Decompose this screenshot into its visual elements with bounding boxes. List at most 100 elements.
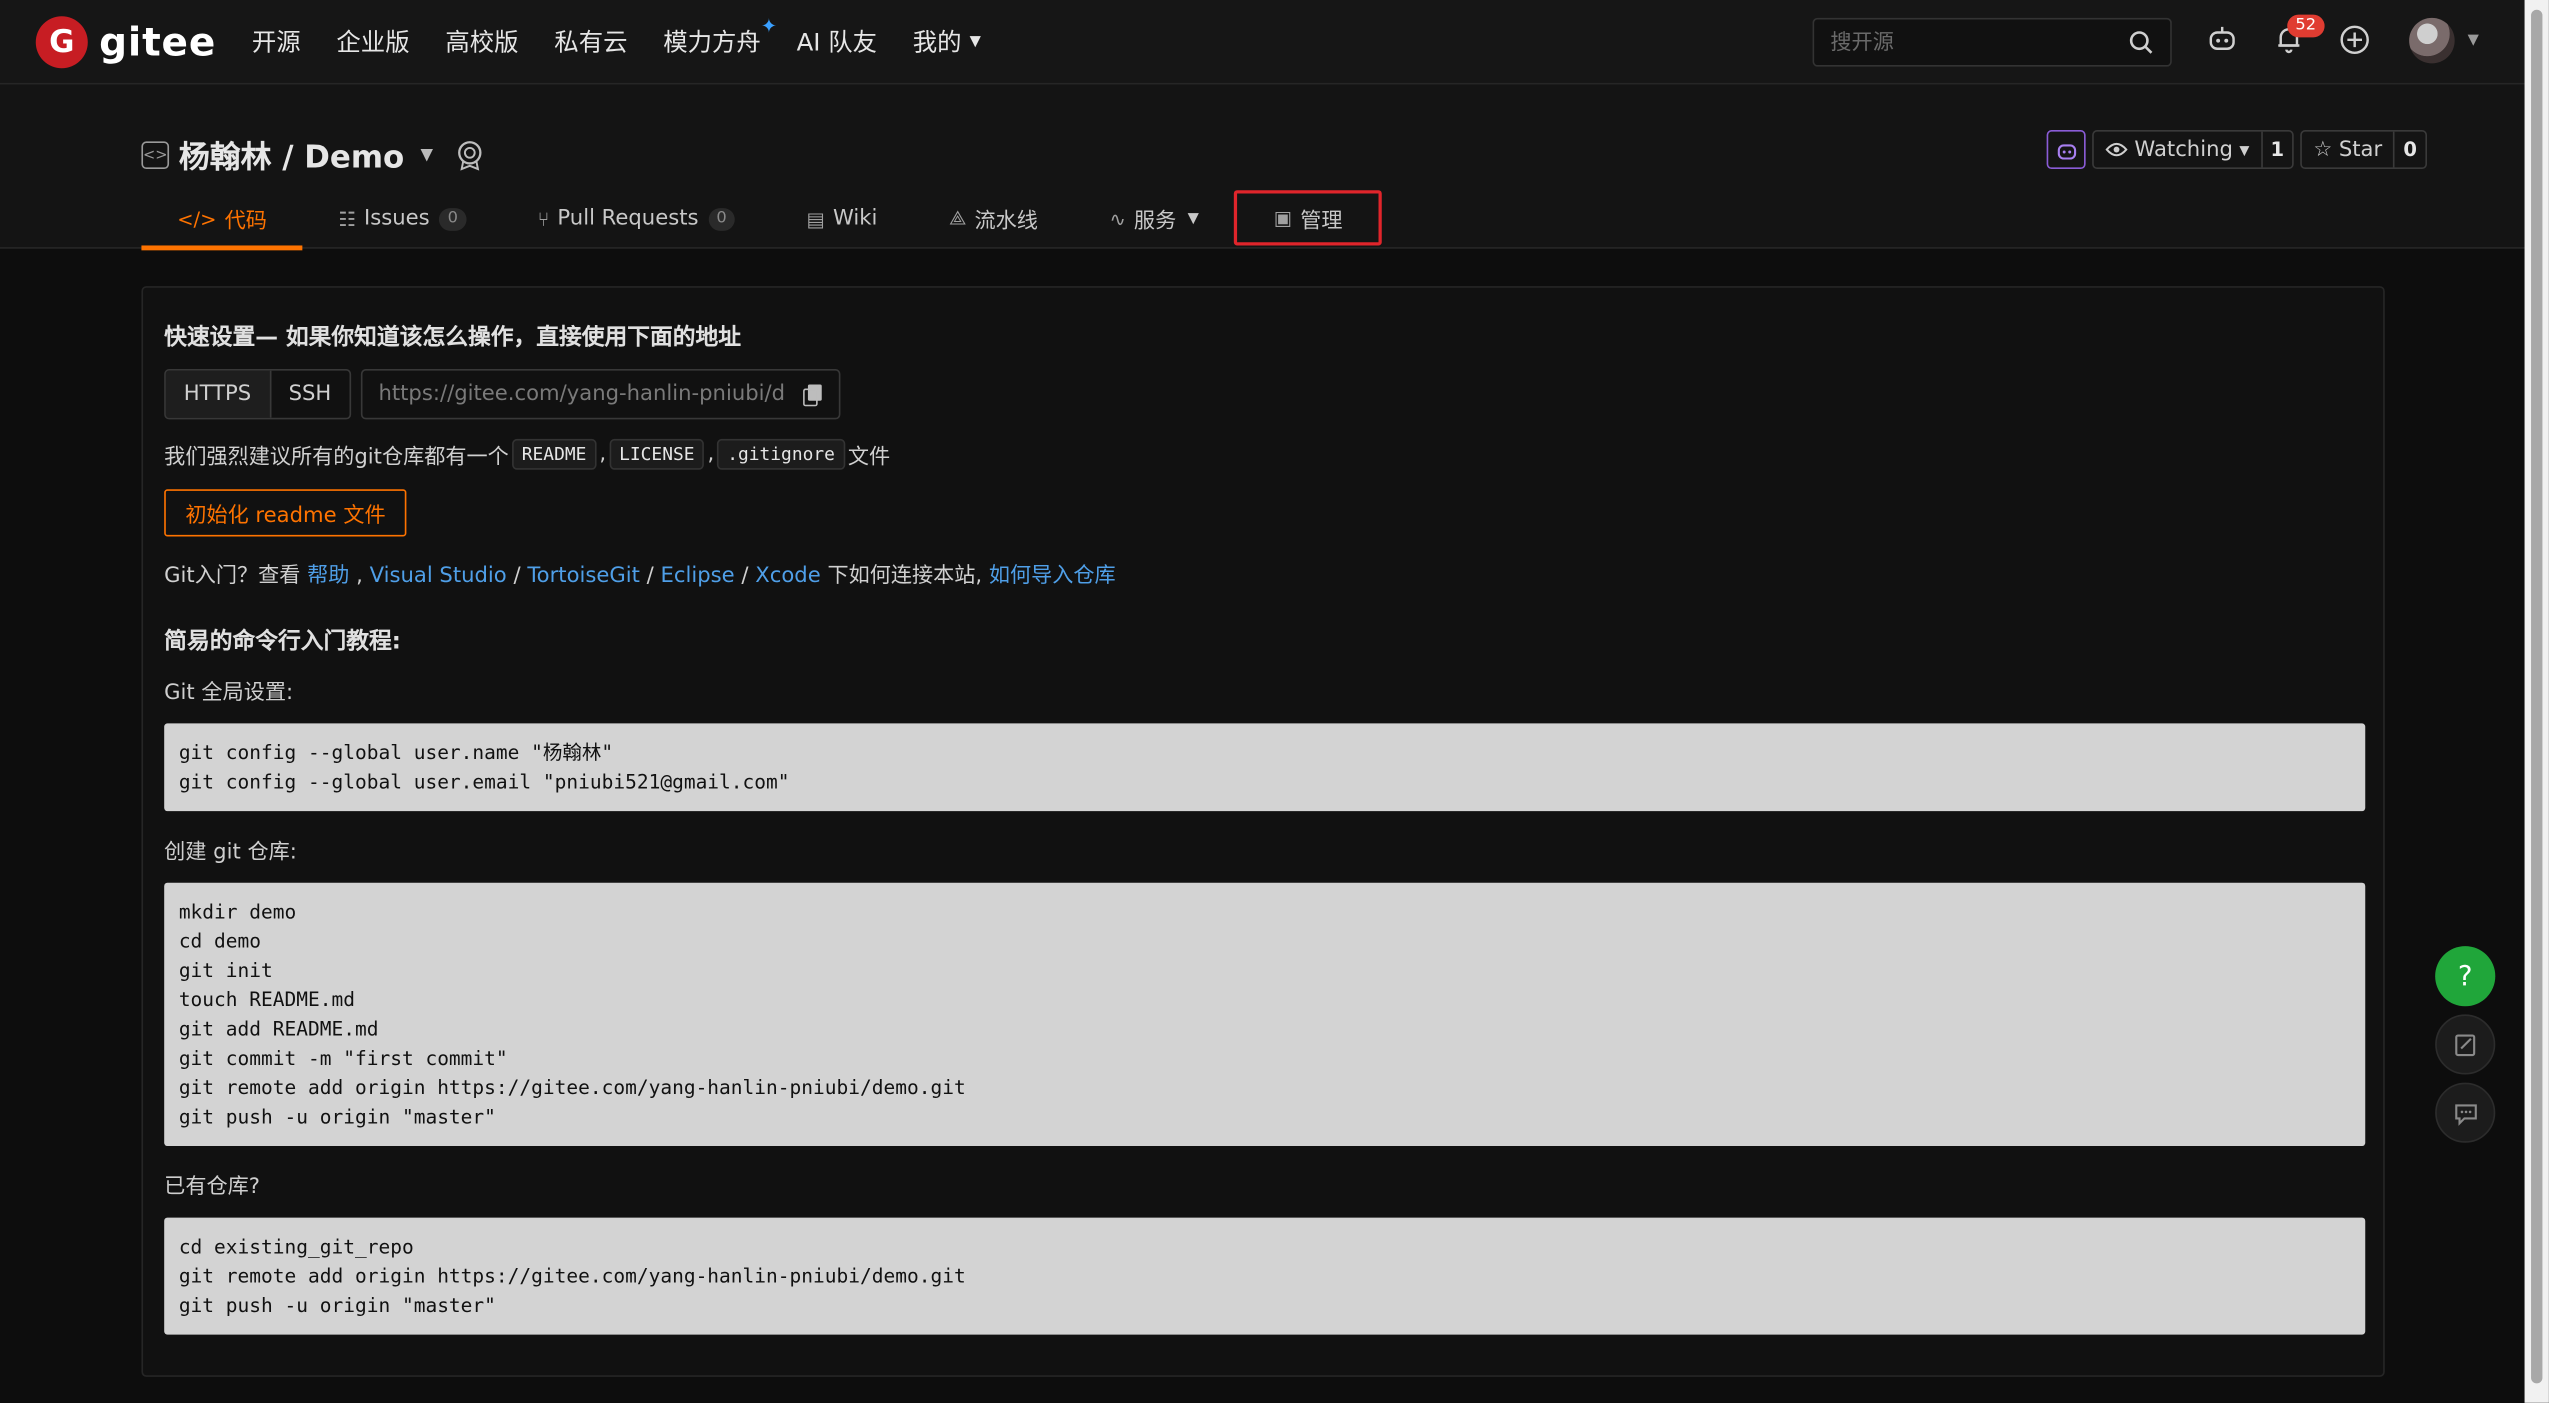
chevron-down-icon: ▼	[1187, 210, 1199, 227]
pipeline-icon: ⟁	[948, 206, 967, 230]
book-icon: ▤	[806, 207, 825, 231]
nav-link-ai-teammate[interactable]: AI 队友	[797, 24, 877, 58]
feedback-button[interactable]	[2435, 1014, 2496, 1075]
chevron-down-icon[interactable]: ▼	[2468, 33, 2479, 49]
global-setup-label: Git 全局设置:	[164, 681, 294, 706]
scrollbar-thumb[interactable]	[2531, 9, 2543, 1384]
nav-link-private-cloud[interactable]: 私有云	[554, 24, 627, 58]
star-button[interactable]: ☆ Star	[2302, 131, 2396, 168]
protocol-ssh[interactable]: SSH	[271, 371, 349, 418]
copy-icon[interactable]	[802, 384, 823, 407]
notification-badge: 52	[2287, 14, 2325, 38]
gitee-logo[interactable]: G gitee	[35, 15, 217, 68]
code-icon: </>	[177, 207, 217, 231]
nav-link-mine-label: 我的	[912, 27, 962, 57]
edit-note-icon	[2454, 1033, 2475, 1056]
plus-circle-icon[interactable]	[2339, 24, 2370, 55]
repo-tabs: </> 代码 ☷ Issues 0 ⑂ Pull Requests 0 ▤ Wi…	[141, 189, 1382, 251]
init-readme-button[interactable]: 初始化 readme 文件	[164, 489, 407, 537]
gitee-ai-button[interactable]	[2046, 130, 2086, 170]
star-label: Star	[2338, 137, 2383, 162]
quick-setup-title: 快速设置— 如果你知道该怎么操作，直接使用下面的地址	[164, 325, 742, 352]
protocol-https[interactable]: HTTPS	[165, 370, 271, 418]
recommend-suffix: 文件	[847, 445, 891, 470]
chevron-down-icon: ▼	[2239, 142, 2250, 157]
gitee-logo-icon: G	[35, 15, 88, 68]
help-middle: 下如何连接本站,	[827, 564, 983, 589]
settings-doc-icon: ▣	[1273, 206, 1293, 230]
recommend-prefix: 我们强烈建议所有的git仓库都有一个	[164, 445, 509, 470]
nav-link-open-source[interactable]: 开源	[252, 24, 301, 58]
visual-studio-link[interactable]: Visual Studio	[370, 564, 507, 588]
tab-pull-requests[interactable]: ⑂ Pull Requests 0	[502, 189, 771, 249]
code-line: git init	[178, 959, 273, 982]
code-line: touch README.md	[178, 988, 355, 1012]
help-link[interactable]: 帮助	[307, 564, 349, 588]
tab-pipeline[interactable]: ⟁ 流水线	[913, 189, 1074, 249]
code-line: cd existing_git_repo	[178, 1235, 414, 1259]
tab-code[interactable]: </> 代码	[141, 189, 303, 251]
search-input[interactable]	[1830, 30, 2124, 55]
eye-icon	[2105, 142, 2128, 157]
code-line: git commit -m "first commit"	[178, 1046, 508, 1070]
separator: /	[741, 564, 749, 589]
ai-robot-icon	[2056, 143, 2076, 159]
scrollbar[interactable]	[2524, 0, 2549, 1403]
tab-wiki[interactable]: ▤ Wiki	[771, 189, 914, 249]
star-button-group: ☆ Star 0	[2300, 130, 2427, 170]
nav-link-mine[interactable]: 我的 ▼	[913, 24, 981, 58]
star-count[interactable]: 0	[2395, 132, 2425, 168]
global-setup-code: git config --global user.name "杨翰林" git …	[164, 723, 2366, 812]
tab-issues[interactable]: ☷ Issues 0	[303, 189, 502, 249]
issues-count: 0	[439, 207, 467, 231]
create-repo-code: mkdir demo cd demo git init touch README…	[164, 882, 2366, 1147]
search-icon[interactable]	[2128, 29, 2154, 55]
repo-actions: Watching ▼ 1 ☆ Star 0	[2046, 130, 2434, 170]
eclipse-link[interactable]: Eclipse	[661, 564, 735, 588]
chat-button[interactable]	[2435, 1082, 2496, 1143]
quick-setup-card: 快速设置— 如果你知道该怎么操作，直接使用下面的地址 HTTPS SSH htt…	[141, 286, 2385, 1377]
clone-url-field[interactable]: https://gitee.com/yang-hanlin-pniubi/dem…	[360, 369, 841, 420]
code-line: git remote add origin https://gitee.com/…	[178, 1264, 966, 1288]
repo-name[interactable]: 杨翰林 / Demo	[179, 133, 404, 177]
tortoisegit-link[interactable]: TortoiseGit	[527, 564, 640, 588]
tab-wiki-label: Wiki	[832, 206, 878, 231]
separator: ,	[707, 442, 715, 467]
repo-code-icon: <>	[141, 141, 170, 170]
clone-url-text: https://gitee.com/yang-hanlin-pniubi/dem…	[378, 382, 785, 407]
code-line: git config --global user.email "pniubi52…	[178, 770, 790, 794]
nav-links: 开源 企业版 高校版 私有云 模力方舟 ✦ AI 队友 我的 ▼	[252, 15, 1017, 58]
help-button[interactable]: ?	[2435, 946, 2496, 1007]
nav-link-moli[interactable]: 模力方舟 ✦	[663, 15, 777, 58]
xcode-link[interactable]: Xcode	[755, 564, 820, 588]
import-repo-link[interactable]: 如何导入仓库	[989, 564, 1116, 588]
code-line: git config --global user.name "杨翰林"	[178, 741, 614, 765]
nav-link-moli-label: 模力方舟	[663, 27, 761, 57]
nav-link-education[interactable]: 高校版	[445, 24, 518, 58]
repo-title: <> 杨翰林 / Demo ▼	[141, 133, 485, 177]
watch-count[interactable]: 1	[2262, 132, 2292, 168]
file-license: LICENSE	[609, 438, 705, 470]
award-badge-icon[interactable]	[456, 140, 485, 171]
avatar[interactable]	[2409, 17, 2455, 64]
gitee-logo-text: gitee	[99, 18, 217, 65]
nav-link-enterprise[interactable]: 企业版	[336, 24, 409, 58]
top-navigation: G gitee 开源 企业版 高校版 私有云 模力方舟 ✦ AI 队友 我的 ▼	[0, 0, 2525, 85]
search-box	[1812, 17, 2172, 67]
code-line: git push -u origin "master"	[178, 1105, 496, 1129]
watch-button[interactable]: Watching ▼	[2094, 131, 2263, 168]
tab-services[interactable]: ∿ 服务 ▼	[1074, 189, 1235, 249]
separator: /	[646, 564, 654, 589]
watch-label: Watching	[2134, 137, 2233, 162]
issues-icon: ☷	[338, 207, 356, 231]
existing-repo-label: 已有仓库?	[164, 1175, 260, 1200]
tab-manage[interactable]: ▣ 管理	[1234, 190, 1382, 246]
recommend-files-text: 我们强烈建议所有的git仓库都有一个 README , LICENSE , .g…	[164, 438, 891, 470]
ai-robot-icon[interactable]	[2208, 24, 2237, 53]
separator: ,	[599, 442, 607, 467]
sparkle-icon: ✦	[760, 14, 778, 38]
code-line: git push -u origin "master"	[178, 1293, 496, 1317]
chevron-down-icon[interactable]: ▼	[421, 146, 434, 164]
tab-manage-label: 管理	[1300, 208, 1343, 234]
existing-repo-code: cd existing_git_repo git remote add orig…	[164, 1217, 2366, 1335]
